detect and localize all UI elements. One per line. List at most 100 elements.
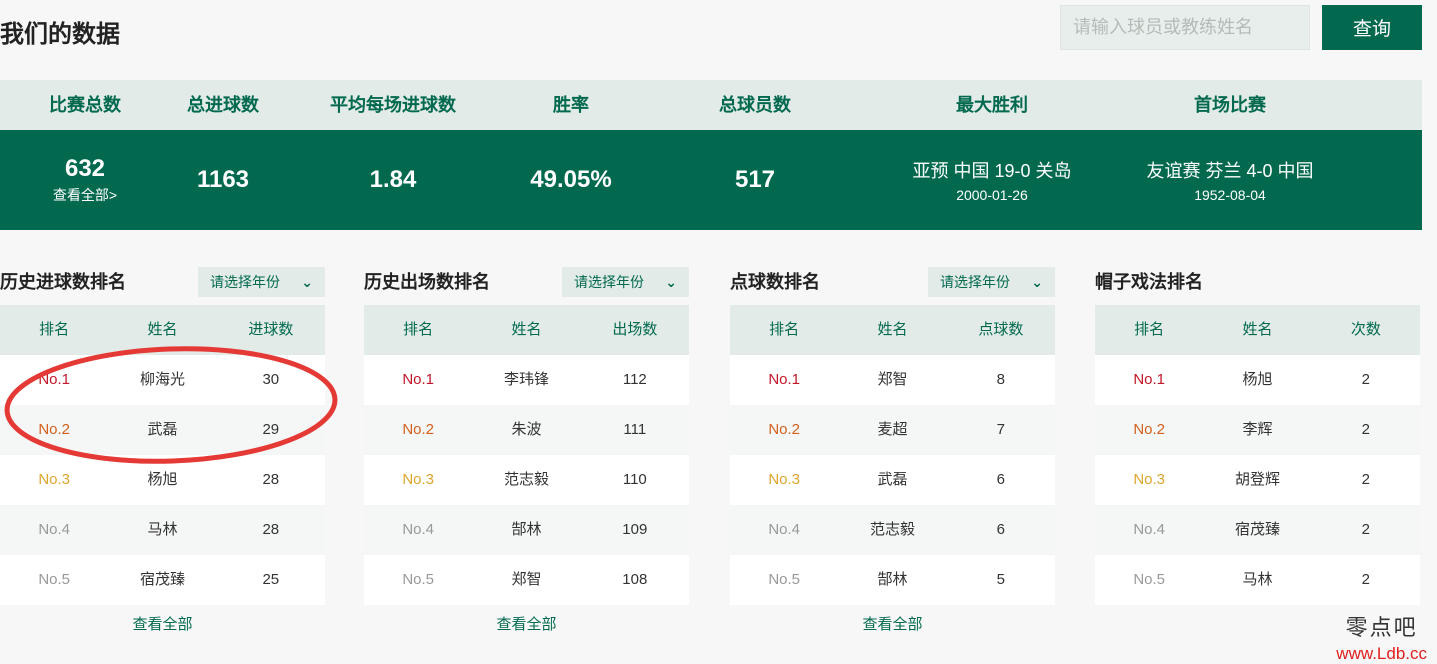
stat-header-avg-goals: 平均每场进球数 — [330, 95, 456, 115]
player-name[interactable]: 郑智 — [838, 355, 946, 405]
year-select[interactable]: 请选择年份 ⌄ — [198, 267, 325, 297]
player-name[interactable]: 马林 — [108, 505, 216, 555]
table-row[interactable]: No.5 宿茂臻 25 — [0, 555, 325, 605]
panel-title: 帽子戏法排名 — [1095, 272, 1203, 292]
value: 7 — [996, 421, 1005, 438]
stat-header-total-matches: 比赛总数 — [49, 95, 121, 115]
rank: No.5 — [1133, 571, 1165, 588]
year-select-label: 请选择年份 — [940, 274, 1010, 290]
table-row[interactable]: No.5 郑智 108 — [364, 555, 689, 605]
stat-header-total-goals: 总进球数 — [187, 95, 259, 115]
stat-header-biggest-win: 最大胜利 — [956, 95, 1028, 115]
stat-win-rate: 49.05% — [511, 130, 631, 230]
table-row[interactable]: No.3 武磊 6 — [730, 455, 1055, 505]
player-name[interactable]: 郜林 — [472, 505, 580, 555]
table-row[interactable]: No.2 朱波 111 — [364, 405, 689, 455]
rank: No.4 — [402, 521, 434, 538]
player-name[interactable]: 武磊 — [838, 455, 946, 505]
first-match-date: 1952-08-04 — [1194, 187, 1266, 203]
player-name[interactable]: 宿茂臻 — [1203, 505, 1311, 555]
player-name[interactable]: 马林 — [1203, 555, 1311, 605]
value: 25 — [262, 571, 280, 588]
table-row[interactable]: No.5 马林 2 — [1095, 555, 1420, 605]
table-row[interactable]: No.1 杨旭 2 — [1095, 355, 1420, 405]
win-rate-value: 49.05% — [530, 166, 612, 193]
player-name[interactable]: 朱波 — [472, 405, 580, 455]
player-name[interactable]: 宿茂臻 — [108, 555, 216, 605]
col-value: 出场数 — [612, 321, 658, 338]
rank: No.3 — [768, 471, 800, 488]
col-value: 次数 — [1350, 321, 1381, 338]
table-row[interactable]: No.4 宿茂臻 2 — [1095, 505, 1420, 555]
player-name[interactable]: 范志毅 — [472, 455, 580, 505]
table-row[interactable]: No.2 李辉 2 — [1095, 405, 1420, 455]
view-all-link[interactable]: 查看全部 — [730, 613, 1055, 634]
year-select[interactable]: 请选择年份 ⌄ — [562, 267, 689, 297]
player-name[interactable]: 郑智 — [472, 555, 580, 605]
rank: No.5 — [38, 571, 70, 588]
player-name[interactable]: 杨旭 — [1203, 355, 1311, 405]
table-row[interactable]: No.1 李玮锋 112 — [364, 355, 689, 405]
stat-total-matches: 632 查看全部> — [25, 130, 145, 230]
player-name[interactable]: 李辉 — [1203, 405, 1311, 455]
value: 109 — [622, 521, 648, 538]
stat-biggest-win: 亚预 中国 19-0 关岛 2000-01-26 — [872, 130, 1112, 230]
player-name[interactable]: 李玮锋 — [472, 355, 580, 405]
table-row[interactable]: No.3 范志毅 110 — [364, 455, 689, 505]
year-select-label: 请选择年份 — [210, 274, 280, 290]
player-name[interactable]: 麦超 — [838, 405, 946, 455]
search-button[interactable]: 查询 — [1322, 5, 1422, 50]
value: 2 — [1361, 571, 1370, 588]
view-all-link[interactable]: 查看全部 — [0, 613, 325, 634]
ranking-table: 排名 姓名 点球数 No.1 郑智 8 No.2 麦超 7 No.3 武磊 6 No.4 范志… — [730, 305, 1055, 605]
table-header: 排名 姓名 次数 — [1095, 305, 1420, 355]
first-match-match: 友谊赛 芬兰 4-0 中国 — [1146, 161, 1314, 181]
rank: No.1 — [768, 371, 800, 388]
rank: No.5 — [402, 571, 434, 588]
value: 112 — [622, 371, 647, 388]
stat-total-players: 517 — [695, 130, 815, 230]
rank: No.3 — [1133, 471, 1165, 488]
table-header: 排名 姓名 点球数 — [730, 305, 1055, 355]
value: 28 — [262, 521, 280, 538]
stats-values-bar: 632 查看全部> 1163 1.84 49.05% 517 亚预 中国 19-… — [0, 130, 1422, 230]
value: 2 — [1361, 521, 1370, 538]
rank: No.4 — [38, 521, 70, 538]
stat-header-first-match: 首场比赛 — [1194, 95, 1266, 115]
rank: No.1 — [1133, 371, 1165, 388]
stat-first-match: 友谊赛 芬兰 4-0 中国 1952-08-04 — [1110, 130, 1350, 230]
avg-goals-value: 1.84 — [369, 166, 417, 193]
value: 6 — [996, 521, 1005, 538]
chevron-down-icon: ⌄ — [665, 274, 677, 290]
rank: No.5 — [768, 571, 800, 588]
search-input[interactable] — [1060, 5, 1310, 50]
year-select-label: 请选择年份 — [574, 274, 644, 290]
stat-total-goals: 1163 — [163, 130, 283, 230]
value: 2 — [1361, 471, 1370, 488]
rank: No.2 — [768, 421, 800, 438]
watermark: 零点吧 www.Ldb.cc — [1336, 610, 1427, 664]
table-row[interactable]: No.4 马林 28 — [0, 505, 325, 555]
col-rank: 排名 — [1134, 321, 1165, 338]
biggest-win-date: 2000-01-26 — [956, 187, 1028, 203]
player-name[interactable]: 郜林 — [838, 555, 946, 605]
year-select[interactable]: 请选择年份 ⌄ — [928, 267, 1055, 297]
rank: No.2 — [402, 421, 434, 438]
view-all-link[interactable]: 查看全部 — [364, 613, 689, 634]
table-row[interactable]: No.1 郑智 8 — [730, 355, 1055, 405]
stat-header-total-players: 总球员数 — [719, 95, 791, 115]
table-row[interactable]: No.3 胡登辉 2 — [1095, 455, 1420, 505]
table-row[interactable]: No.4 郜林 109 — [364, 505, 689, 555]
stats-header-bar: 比赛总数 总进球数 平均每场进球数 胜率 总球员数 最大胜利 首场比赛 — [0, 80, 1422, 130]
value: 2 — [1361, 371, 1370, 388]
value: 108 — [622, 571, 648, 588]
value: 5 — [996, 571, 1005, 588]
view-all-matches-link[interactable]: 查看全部> — [53, 185, 117, 205]
table-row[interactable]: No.2 麦超 7 — [730, 405, 1055, 455]
player-name[interactable]: 范志毅 — [838, 505, 946, 555]
player-name[interactable]: 胡登辉 — [1203, 455, 1311, 505]
annotation-circle — [4, 346, 338, 464]
table-row[interactable]: No.4 范志毅 6 — [730, 505, 1055, 555]
stat-header-win-rate: 胜率 — [553, 95, 589, 115]
table-row[interactable]: No.5 郜林 5 — [730, 555, 1055, 605]
